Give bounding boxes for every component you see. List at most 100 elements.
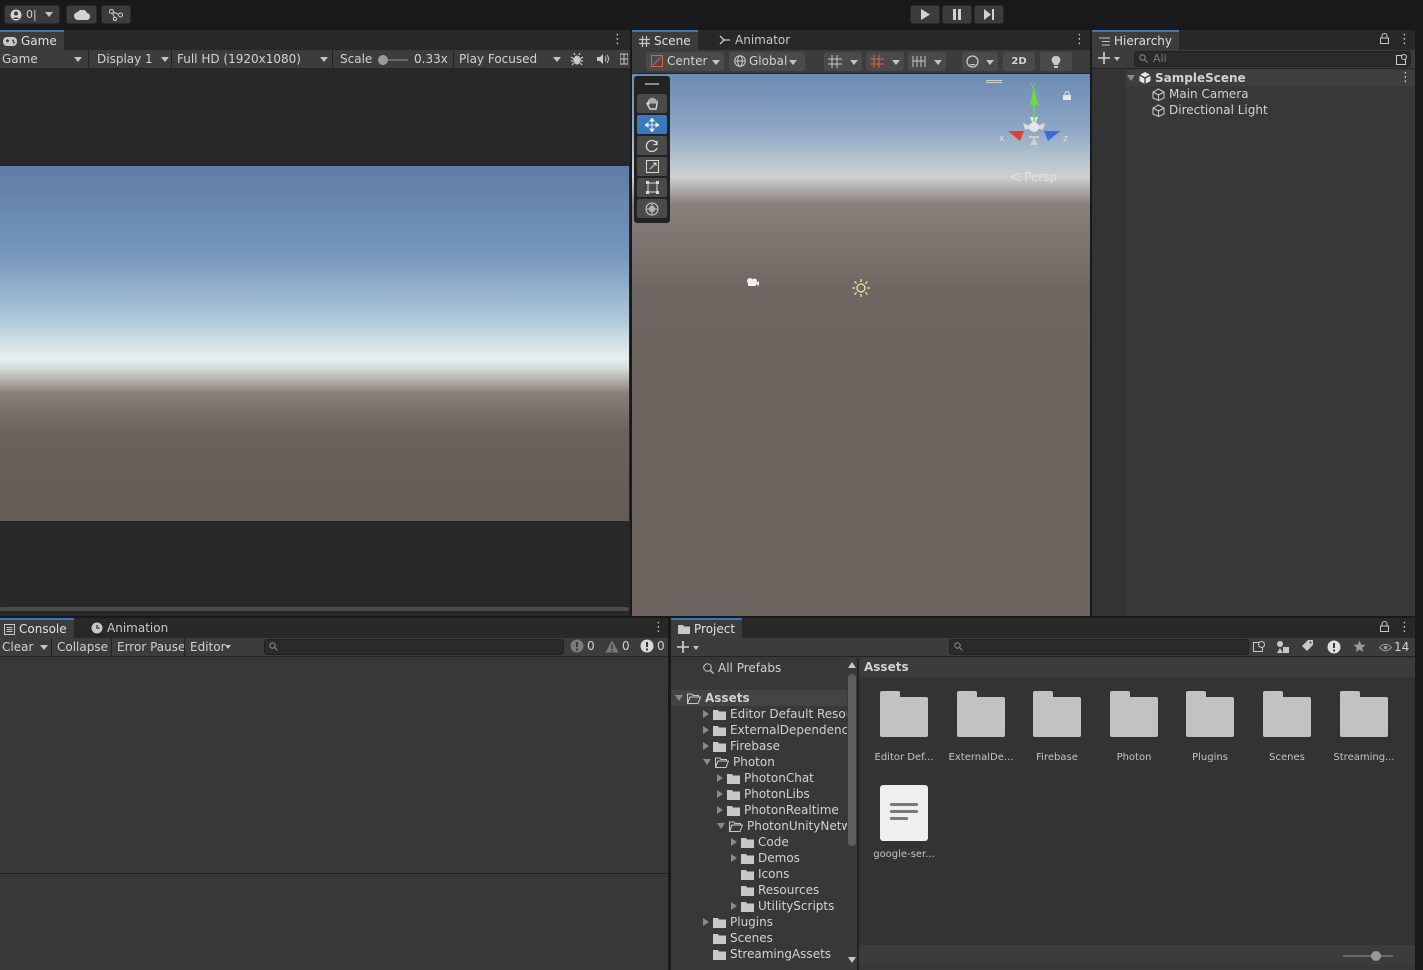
- tab-console[interactable]: Console: [0, 618, 74, 638]
- console-search-input[interactable]: [264, 639, 564, 655]
- project-search-input[interactable]: [949, 639, 1249, 655]
- rotate-tool[interactable]: [637, 136, 667, 155]
- console-more-icon[interactable]: ⋮: [652, 621, 665, 635]
- drag-handle-icon[interactable]: [645, 83, 659, 85]
- camera-gizmo-icon[interactable]: [746, 277, 759, 287]
- account-dropdown[interactable]: 0|: [4, 5, 60, 24]
- collab-button[interactable]: [101, 5, 131, 24]
- hidden-packages-toggle[interactable]: 14: [1379, 640, 1409, 654]
- icon-size-slider-track[interactable]: [1343, 955, 1393, 957]
- hierarchy-more-icon[interactable]: ⋮: [1398, 33, 1411, 47]
- cloud-button[interactable]: [66, 5, 97, 24]
- hierarchy-item[interactable]: Main Camera: [1152, 86, 1249, 102]
- tab-animator[interactable]: Animator: [712, 30, 797, 50]
- increment-snap-toggle[interactable]: [866, 52, 904, 71]
- asset-folder[interactable]: Photon: [1098, 691, 1170, 763]
- display-select[interactable]: Display 1: [97, 52, 153, 66]
- game-scrollbar[interactable]: [0, 607, 629, 611]
- view-select[interactable]: Game: [2, 52, 38, 66]
- persp-toggle[interactable]: Persp: [1010, 170, 1057, 184]
- search-scene-icon[interactable]: [1253, 640, 1266, 653]
- breadcrumb[interactable]: Assets: [864, 660, 909, 674]
- tree-item[interactable]: PhotonRealtime: [717, 802, 839, 818]
- asset-folder[interactable]: Scenes: [1251, 691, 1323, 763]
- icon-size-slider-thumb[interactable]: [1371, 951, 1381, 961]
- tree-item[interactable]: Scenes: [703, 930, 773, 946]
- rect-tool[interactable]: [637, 178, 667, 197]
- lock-icon[interactable]: [1380, 33, 1389, 44]
- tab-scene[interactable]: Scene: [632, 30, 698, 50]
- chevron-down-icon[interactable]: [675, 695, 683, 701]
- star-icon[interactable]: [1353, 640, 1366, 653]
- tab-animation[interactable]: Animation: [84, 618, 175, 638]
- tree-scrollbar[interactable]: [847, 660, 857, 970]
- tree-item[interactable]: UtilityScripts: [731, 898, 834, 914]
- stats-icon[interactable]: [620, 53, 628, 65]
- error-pause-button[interactable]: Error Pause: [117, 640, 185, 654]
- game-viewport[interactable]: [0, 166, 629, 521]
- editor-select[interactable]: Editor: [190, 640, 226, 654]
- play-button[interactable]: [910, 5, 940, 24]
- info-filter[interactable]: 0: [570, 639, 595, 653]
- search-scene-icon[interactable]: [1396, 53, 1408, 65]
- chevron-right-icon[interactable]: [731, 902, 737, 910]
- scene-more-icon[interactable]: ⋮: [1399, 70, 1412, 85]
- tree-item[interactable]: Code: [731, 834, 789, 850]
- asset-folder[interactable]: Streaming...: [1328, 691, 1400, 763]
- hierarchy-item[interactable]: Directional Light: [1152, 102, 1268, 118]
- label-tag-icon[interactable]: [1301, 640, 1314, 653]
- lock-icon[interactable]: [1380, 621, 1389, 632]
- play-focused-select[interactable]: Play Focused: [459, 52, 537, 66]
- filter-type-icon[interactable]: [1276, 640, 1290, 654]
- chevron-right-icon[interactable]: [717, 790, 723, 798]
- draw-mode-select[interactable]: [962, 52, 998, 71]
- resolution-select[interactable]: Full HD (1920x1080): [177, 52, 301, 66]
- tree-item[interactable]: Plugins: [703, 914, 773, 930]
- hierarchy-scene-row[interactable]: SampleScene ⋮: [1127, 70, 1415, 86]
- asset-folder[interactable]: Plugins: [1174, 691, 1246, 763]
- tree-item[interactable]: PhotonUnityNetwor: [717, 818, 858, 834]
- tab-hierarchy[interactable]: Hierarchy: [1092, 30, 1180, 50]
- tree-item[interactable]: Demos: [731, 850, 800, 866]
- tab-game[interactable]: Game: [0, 30, 64, 50]
- log-type-icon[interactable]: [1327, 640, 1341, 654]
- chevron-right-icon[interactable]: [703, 918, 709, 926]
- chevron-right-icon[interactable]: [731, 854, 737, 862]
- warning-filter[interactable]: 0: [605, 639, 630, 653]
- space-select[interactable]: Global: [729, 52, 805, 71]
- chevron-right-icon[interactable]: [717, 774, 723, 782]
- asset-folder[interactable]: Editor Def...: [868, 691, 940, 763]
- scroll-up-icon[interactable]: [848, 662, 856, 668]
- asset-folder[interactable]: ExternalDe...: [945, 691, 1017, 763]
- chevron-right-icon[interactable]: [703, 710, 709, 718]
- tree-item[interactable]: PhotonChat: [717, 770, 814, 786]
- tree-item[interactable]: Assets: [671, 690, 858, 706]
- hierarchy-search-input[interactable]: All: [1134, 51, 1411, 67]
- bug-icon[interactable]: [570, 52, 584, 66]
- grid-snap-toggle[interactable]: [824, 52, 862, 71]
- scroll-down-icon[interactable]: [848, 957, 856, 963]
- chevron-down-icon[interactable]: [1127, 75, 1135, 81]
- chevron-right-icon[interactable]: [703, 742, 709, 750]
- step-button[interactable]: [974, 5, 1004, 24]
- tree-item[interactable]: Icons: [731, 866, 789, 882]
- chevron-right-icon[interactable]: [731, 838, 737, 846]
- asset-file[interactable]: google-ser...: [868, 785, 940, 860]
- lighting-toggle[interactable]: [1040, 52, 1072, 71]
- collapse-button[interactable]: Collapse: [57, 640, 108, 654]
- project-more-icon[interactable]: ⋮: [1398, 621, 1411, 635]
- console-log-list[interactable]: [0, 658, 668, 873]
- scale-tool[interactable]: [637, 157, 667, 176]
- chevron-down-icon[interactable]: [703, 759, 711, 765]
- pivot-select[interactable]: Center: [646, 52, 724, 71]
- speaker-icon[interactable]: [596, 53, 610, 65]
- tree-scroll-thumb[interactable]: [848, 674, 856, 846]
- hand-tool[interactable]: [637, 94, 667, 113]
- chevron-down-icon[interactable]: [40, 645, 48, 650]
- add-icon[interactable]: [1098, 52, 1110, 64]
- tree-item[interactable]: Photon: [703, 754, 775, 770]
- orientation-gizmo[interactable]: y x z: [999, 81, 1069, 157]
- tree-item[interactable]: Editor Default Resourc: [703, 706, 858, 722]
- tree-item[interactable]: StreamingAssets: [703, 946, 831, 962]
- all-prefabs-item[interactable]: All Prefabs: [703, 660, 781, 676]
